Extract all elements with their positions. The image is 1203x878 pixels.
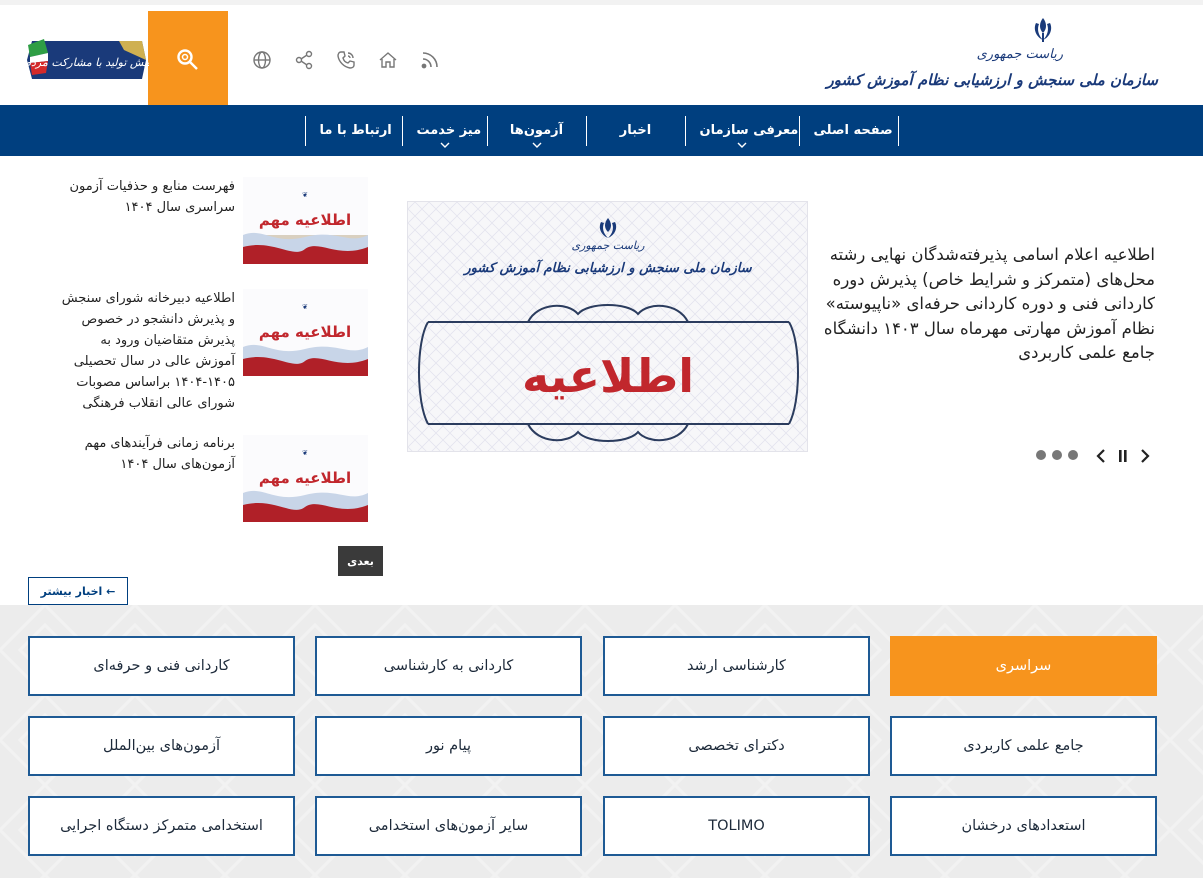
exam-tile-tolimo[interactable]: TOLIMO — [603, 796, 870, 856]
slide-image[interactable]: ریاست جمهوری سازمان ملی سنجش و ارزشیابی … — [407, 201, 808, 452]
news-thumbnail[interactable]: ❦ اطلاعیه مهم — [243, 289, 368, 376]
news-thumbnail[interactable]: ❦ اطلاعیه مهم — [243, 177, 368, 264]
slider-dot[interactable] — [1068, 450, 1078, 460]
site-header: ریاست جمهوری سازمان ملی سنجش و ارزشیابی … — [0, 0, 1203, 109]
search-button[interactable] — [148, 11, 228, 109]
rss-icon[interactable] — [418, 48, 442, 72]
svg-text:❦: ❦ — [302, 449, 308, 457]
nav-item-about[interactable]: معرفی سازمان — [684, 115, 800, 148]
svg-text:اطلاعیه: اطلاعیه — [522, 349, 694, 403]
svg-text:اطلاعیه مهم: اطلاعیه مهم — [259, 323, 351, 341]
exam-tile-technical-associate[interactable]: کاردانی فنی و حرفه‌ای — [28, 636, 295, 696]
exam-tile-sarasari[interactable]: سراسری — [890, 636, 1157, 696]
nav-item-news[interactable]: اخبار — [585, 115, 686, 146]
chevron-down-icon — [440, 142, 449, 148]
nav-item-exams[interactable]: آزمون‌ها — [486, 115, 587, 148]
nav-item-contact[interactable]: ارتباط با ما — [304, 115, 403, 146]
nav-items: صفحه اصلی معرفی سازمان اخبار آزمون‌ها می… — [304, 105, 899, 156]
svg-text:❦: ❦ — [302, 191, 308, 199]
production-campaign-badge[interactable]: جهش تولید با مشارکت مردم — [24, 35, 149, 85]
logo-line1: ریاست جمهوری — [976, 47, 1063, 62]
announcement-graphic: ریاست جمهوری سازمان ملی سنجش و ارزشیابی … — [408, 202, 807, 451]
svg-text:اطلاعیه مهم: اطلاعیه مهم — [259, 211, 351, 229]
globe-icon[interactable] — [250, 48, 274, 72]
news-item-text[interactable]: برنامه زمانی فرآیندهای مهم آزمون‌های سال… — [65, 433, 235, 475]
site-logo[interactable]: ریاست جمهوری سازمان ملی سنجش و ارزشیابی … — [826, 13, 1158, 103]
slider-dot[interactable] — [1036, 450, 1046, 460]
exam-tile-masters[interactable]: کارشناسی ارشد — [603, 636, 870, 696]
svg-text:ریاست جمهوری: ریاست جمهوری — [571, 239, 645, 252]
chevron-right-icon[interactable] — [1140, 449, 1150, 463]
chevron-left-icon[interactable] — [1096, 449, 1106, 463]
slider-controls — [1034, 447, 1154, 467]
badge-text: جهش تولید با مشارکت مردم — [24, 56, 149, 69]
next-news-button[interactable]: بعدی — [338, 546, 383, 576]
header-icons — [250, 45, 442, 75]
exam-tile-other-employment[interactable]: سایر آزمون‌های استخدامی — [315, 796, 582, 856]
svg-text:❦: ❦ — [302, 303, 308, 311]
news-item-text[interactable]: فهرست منابع و حذفیات آزمون سراسری سال ۱۴… — [65, 176, 235, 218]
nav-item-service-desk[interactable]: میز خدمت — [401, 115, 488, 148]
exam-tile-associate-to-bachelor[interactable]: کاردانی به کارشناسی — [315, 636, 582, 696]
search-icon — [177, 49, 198, 70]
home-icon[interactable] — [376, 48, 400, 72]
exam-tile-phd[interactable]: دکترای تخصصی — [603, 716, 870, 776]
logo-line2: سازمان ملی سنجش و ارزشیابی نظام آموزش کش… — [826, 71, 1158, 89]
chevron-down-icon — [737, 142, 747, 148]
chevron-down-icon — [532, 142, 541, 148]
phone-icon[interactable] — [334, 48, 358, 72]
share-icon[interactable] — [292, 48, 316, 72]
news-item-text[interactable]: اطلاعیه دبیرخانه شورای سنجش و پذیرش دانش… — [60, 288, 235, 414]
exam-tile-talented[interactable]: استعدادهای درخشان — [890, 796, 1157, 856]
exam-tile-central-employment[interactable]: استخدامی متمرکز دستگاه اجرایی — [28, 796, 295, 856]
pause-icon[interactable] — [1118, 449, 1128, 463]
nav-item-home[interactable]: صفحه اصلی — [798, 115, 899, 146]
main-navigation: صفحه اصلی معرفی سازمان اخبار آزمون‌ها می… — [0, 105, 1203, 156]
more-news-button[interactable]: اخبار بیشتر ← — [28, 577, 128, 605]
svg-text:سازمان ملی سنجش و ارزشیابی نظا: سازمان ملی سنجش و ارزشیابی نظام آموزش کش… — [462, 259, 752, 276]
slider-dot[interactable] — [1052, 450, 1062, 460]
exam-tile-international[interactable]: آزمون‌های بین‌الملل — [28, 716, 295, 776]
news-thumbnail[interactable]: ❦ اطلاعیه مهم — [243, 435, 368, 522]
svg-text:اطلاعیه مهم: اطلاعیه مهم — [259, 469, 351, 487]
slide-headline[interactable]: اطلاعیه اعلام اسامی پذیرفته‌شدگان نهایی … — [815, 243, 1155, 366]
emblem-icon — [1034, 18, 1052, 42]
exam-tile-applied-science[interactable]: جامع علمی کاربردی — [890, 716, 1157, 776]
exam-tile-payame-noor[interactable]: پیام نور — [315, 716, 582, 776]
